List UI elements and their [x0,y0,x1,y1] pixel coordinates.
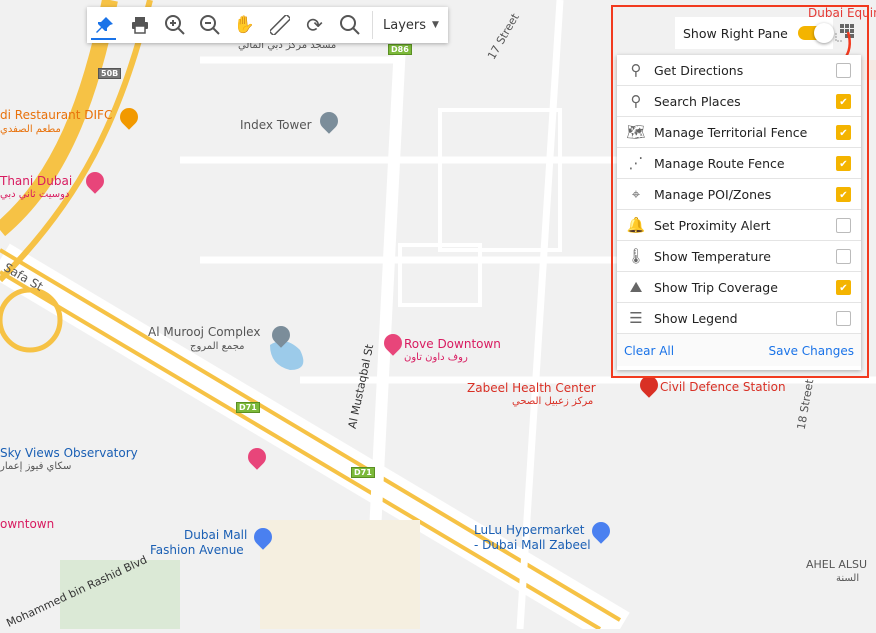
zoom-in-icon [164,15,185,35]
map-label: مطعم الصفدي [0,124,61,135]
map-label: - Dubai Mall Zabeel [474,538,591,552]
checkbox[interactable] [836,63,851,78]
pan-hand-icon: ✋ [233,15,256,35]
map-label: دوسيت ثاني دبي [0,189,70,200]
menu-item-show-legend[interactable]: ☰ Show Legend [617,303,861,334]
place-pin-icon: ⚲ [630,92,642,110]
checkbox[interactable]: ✔ [836,156,851,171]
route-fence-icon: ⋰ [628,154,644,172]
toggle-label: Show Right Pane [683,25,788,41]
menu-item-show-trip-coverage[interactable]: ⛰ Show Trip Coverage ✔ [617,272,861,303]
print-button[interactable] [122,7,157,43]
directions-pin-icon: ⚲ [630,61,642,79]
road-badge: D86 [388,44,412,55]
map-label: di Restaurant DIFC [0,108,113,122]
menu-item-label: Manage Route Fence [654,155,785,171]
menu-item-label: Manage POI/Zones [654,186,772,202]
road-badge: D71 [351,467,375,478]
map-label: Zabeel Health Center [467,381,596,395]
map-label: Fashion Avenue [150,543,244,557]
ruler-icon [269,15,290,35]
map-label: السنة [836,573,860,584]
map-label: Rove Downtown [404,337,501,351]
map-label: Thani Dubai [0,174,73,188]
menu-item-label: Show Temperature [654,248,771,264]
checkbox[interactable]: ✔ [836,187,851,202]
menu-item-manage-poi-zones[interactable]: ⌖ Manage POI/Zones ✔ [617,179,861,210]
map-label: Index Tower [240,118,312,132]
panel-footer: Clear All Save Changes [617,334,861,366]
map-label: مجمع المروج [190,341,245,352]
zoom-in-button[interactable] [157,7,192,43]
search-icon [339,15,360,35]
map-label: Dubai Mall [184,528,248,542]
zoom-out-icon [199,15,220,35]
refresh-button[interactable]: ⟳ [297,7,332,43]
menu-item-label: Manage Territorial Fence [654,124,808,140]
checkbox[interactable] [836,311,851,326]
menu-item-label: Show Trip Coverage [654,279,778,295]
road-badge: D71 [236,402,260,413]
menu-item-label: Show Legend [654,310,738,326]
checkbox[interactable]: ✔ [836,125,851,140]
ruler-button[interactable] [262,7,297,43]
menu-item-manage-territorial-fence[interactable]: 🗺 Manage Territorial Fence ✔ [617,117,861,148]
refresh-icon: ⟳ [306,13,323,37]
crosshair-icon: ⌖ [631,185,641,203]
map-label: مركز زعبيل الصحي [512,396,594,407]
layers-dropdown[interactable]: Layers ▼ [373,18,439,33]
checkbox[interactable] [836,249,851,264]
search-button[interactable] [332,7,367,43]
menu-item-search-places[interactable]: ⚲ Search Places ✔ [617,86,861,117]
print-icon [131,17,148,34]
menu-item-get-directions[interactable]: ⚲ Get Directions [617,55,861,86]
menu-item-label: Set Proximity Alert [654,217,771,233]
layers-label: Layers [383,17,427,33]
map-label: owntown [0,517,55,531]
menu-item-set-proximity-alert[interactable]: 🔔 Set Proximity Alert [617,210,861,241]
list-icon: ☰ [629,309,643,327]
thermometer-icon: 🌡 [626,247,646,265]
map-label: روف داون تاون [404,352,468,363]
map-label: Al Murooj Complex [148,325,261,339]
map-label: Civil Defence Station [660,380,786,394]
map-label: سكاي فيوز إعمار [0,461,72,472]
clear-all-link[interactable]: Clear All [624,344,674,358]
caret-down-icon: ▼ [432,20,439,30]
checkbox[interactable]: ✔ [836,280,851,295]
pin-icon [95,17,113,33]
checkbox[interactable] [836,218,851,233]
map-toolbar: ✋ ⟳ Layers ▼ [87,7,448,43]
bell-icon: 🔔 [626,216,646,234]
map-label: AHEL ALSU [806,558,868,571]
pan-button[interactable]: ✋ [227,7,262,43]
checkbox[interactable]: ✔ [836,94,851,109]
map-options-panel: ⚲ Get Directions ⚲ Search Places ✔ 🗺 Manage Te… [617,55,861,370]
save-changes-link[interactable]: Save Changes [769,344,854,358]
menu-item-show-temperature[interactable]: 🌡 Show Temperature [617,241,861,272]
menu-item-label: Search Places [654,93,741,109]
road-badge: 50B [98,68,122,79]
map-pin-icon: ⛰ [629,278,643,296]
menu-item-manage-route-fence[interactable]: ⋰ Manage Route Fence ✔ [617,148,861,179]
territory-map-icon: 🗺 [626,123,646,141]
zoom-out-button[interactable] [192,7,227,43]
menu-item-label: Get Directions [654,62,744,78]
map-label: Sky Views Observatory [0,446,138,460]
map-label: LuLu Hypermarket [474,523,585,537]
pin-button[interactable] [87,7,122,43]
